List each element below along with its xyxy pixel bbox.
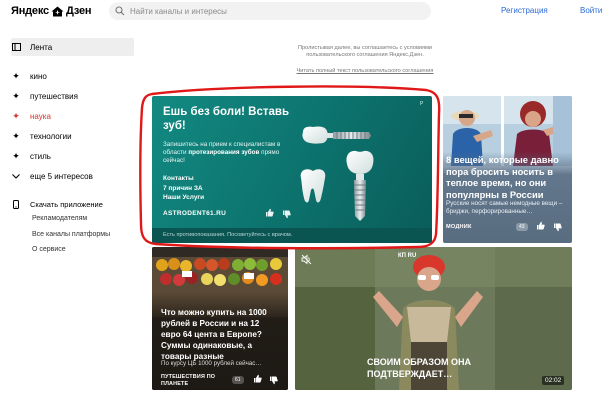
sidebar-item-tech[interactable]: ✦ технологии xyxy=(11,127,134,145)
ad-description: Запишитесь на прием к специалистам в обл… xyxy=(163,141,298,165)
ad-domain[interactable]: ASTRODENT61.RU xyxy=(163,210,226,217)
advertisers-link[interactable]: Рекламодателям xyxy=(32,215,87,222)
article-title[interactable]: Что можно купить на 1000 рублей в России… xyxy=(161,307,281,362)
ad-links: Контакты 7 причин ЗА Наши Услуги xyxy=(163,174,204,203)
article-title[interactable]: 8 вещей, которые давно пора бросить носи… xyxy=(446,154,570,200)
phone-icon xyxy=(11,200,21,209)
thumbs-up-icon[interactable] xyxy=(265,208,274,217)
ad-flag: P xyxy=(420,101,424,107)
article-source[interactable]: ПУТЕШЕСТВИЯ ПО ПЛАНЕТЕ xyxy=(161,374,231,388)
search-input[interactable] xyxy=(130,6,410,16)
mute-icon[interactable] xyxy=(301,254,312,265)
article-subtitle: Русские носят самые немодные вещи – брид… xyxy=(446,200,563,215)
sidebar-item-label: путешествия xyxy=(30,91,78,101)
thumbs-down-icon[interactable] xyxy=(553,223,562,232)
about-link[interactable]: О сервисе xyxy=(32,246,66,253)
register-link[interactable]: Регистрация xyxy=(501,6,548,15)
page: Яндекс Дзен Регистрация Войти Лента ✦ ки… xyxy=(0,0,612,395)
article-subtitle: По курсу ЦБ 1000 рублей сейчас… xyxy=(161,360,262,367)
agreement-text: Пролистывая далее, вы соглашаетесь с усл… xyxy=(297,45,433,58)
sidebar-item-more-interests[interactable]: еще 5 интересов xyxy=(11,167,134,185)
ad-title: Ешь без боли! Вставь зуб! xyxy=(163,106,290,132)
login-link[interactable]: Войти xyxy=(580,6,602,15)
thumbs-down-icon[interactable] xyxy=(282,210,291,219)
thumbs-up-icon[interactable] xyxy=(536,221,545,230)
ad-link-services[interactable]: Наши Услуги xyxy=(163,193,204,203)
article-source[interactable]: МОДНИК xyxy=(446,224,472,230)
sparkle-icon: ✦ xyxy=(12,130,20,141)
logo-yandex: Яндекс xyxy=(11,5,49,17)
ad-link-reasons[interactable]: 7 причин ЗА xyxy=(163,184,204,194)
ad-disclaimer: Есть противопоказания. Посоветуйтесь с в… xyxy=(152,228,432,243)
sparkle-icon: ✦ xyxy=(12,70,20,81)
agreement-link[interactable]: Читать полный текст пользовательского со… xyxy=(297,68,434,74)
sparkle-icon: ✦ xyxy=(12,110,20,121)
search-bar[interactable] xyxy=(109,2,431,20)
download-app-label: Скачать приложение xyxy=(30,200,103,209)
agreement-link-row: Читать полный текст пользовательского со… xyxy=(280,68,450,74)
thumbs-up-icon[interactable] xyxy=(253,374,262,383)
comments-count[interactable]: 61 xyxy=(232,376,244,384)
sparkle-icon: ✦ xyxy=(12,90,20,101)
video-duration: 02:02 xyxy=(542,376,565,385)
header: Яндекс Дзен Регистрация Войти xyxy=(0,0,612,24)
download-app-link[interactable]: Скачать приложение xyxy=(11,200,103,209)
sidebar-item-travel[interactable]: ✦ путешествия xyxy=(11,87,134,105)
sidebar-item-label: Лента xyxy=(30,42,53,52)
feed-icon xyxy=(11,43,21,51)
sidebar-item-label: наука xyxy=(30,111,51,121)
ad-desc-bold: протезирования зубов xyxy=(188,149,260,156)
sparkle-icon: ✦ xyxy=(12,150,20,161)
sidebar-item-label: кино xyxy=(30,71,47,81)
article-card-clothes[interactable]: 8 вещей, которые давно пора бросить носи… xyxy=(443,96,572,243)
chevron-down-icon xyxy=(11,173,21,179)
ad-link-contacts[interactable]: Контакты xyxy=(163,174,204,184)
logo[interactable]: Яндекс Дзен xyxy=(11,4,92,18)
channel-logo[interactable]: КП RU xyxy=(398,253,416,260)
sidebar-item-science[interactable]: ✦ наука xyxy=(11,107,134,125)
article-card-prices[interactable]: Что можно купить на 1000 рублей в России… xyxy=(152,247,288,390)
sidebar-item-label: еще 5 интересов xyxy=(30,171,93,181)
video-caption: СВОИМ ОБРАЗОМ ОНА ПОДТВЕРЖДАЕТ… xyxy=(367,357,471,379)
sidebar-item-kino[interactable]: ✦ кино xyxy=(11,67,134,85)
search-icon xyxy=(115,6,125,16)
zen-house-icon xyxy=(51,6,64,17)
comments-count[interactable]: 43 xyxy=(516,223,528,231)
video-card[interactable]: КП RU СВОИМ ОБРАЗОМ ОНА ПОДТВЕРЖДАЕТ… 02… xyxy=(295,247,572,390)
sidebar-item-label: технологии xyxy=(30,131,72,141)
logo-zen: Дзен xyxy=(65,5,92,17)
thumbs-down-icon[interactable] xyxy=(269,376,278,385)
ad-card[interactable]: Ешь без боли! Вставь зуб! Запишитесь на … xyxy=(152,96,432,243)
all-channels-link[interactable]: Все каналы платформы xyxy=(32,231,110,238)
sidebar-item-style[interactable]: ✦ стиль xyxy=(11,147,134,165)
sidebar-item-feed[interactable]: Лента xyxy=(11,38,134,56)
tooth-implant-illustration xyxy=(300,126,374,221)
sidebar-item-label: стиль xyxy=(30,151,51,161)
